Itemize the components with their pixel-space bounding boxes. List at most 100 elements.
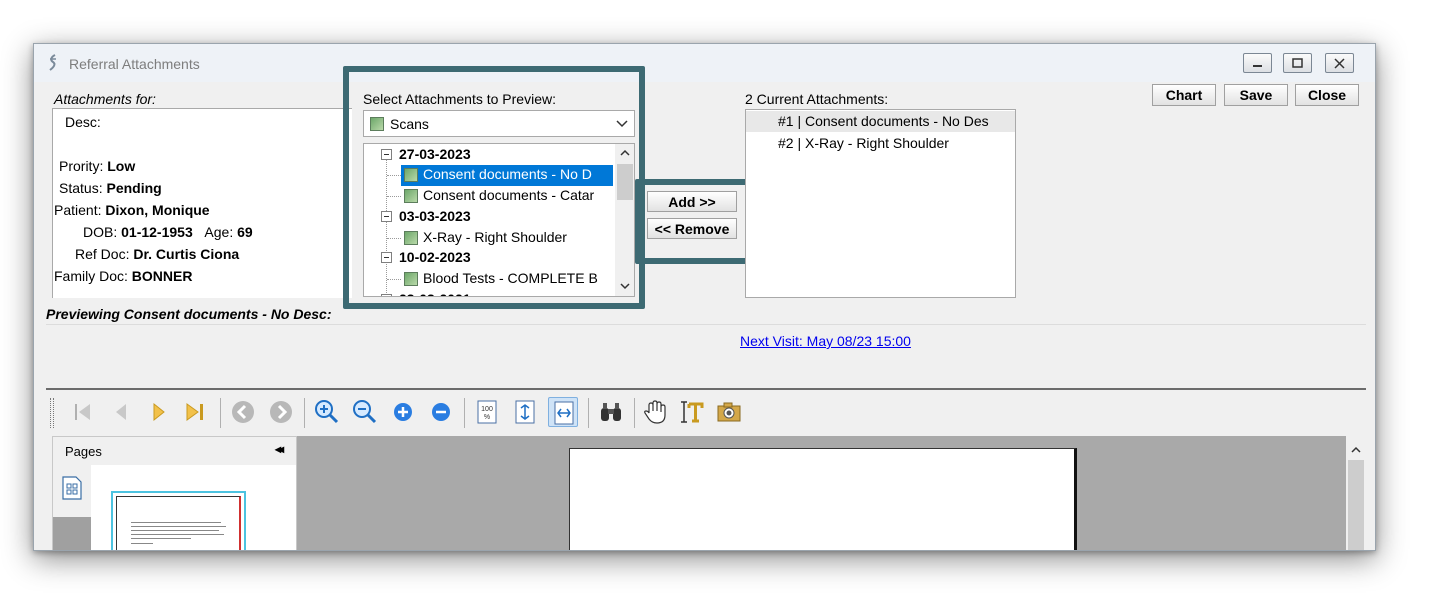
find-binoculars-icon[interactable] [598,399,624,425]
tree-connector [386,160,387,296]
tree-connector [387,175,401,176]
zoom-plus-icon[interactable] [390,399,416,425]
tree-date-node[interactable]: 10-02-2023 [364,248,614,269]
tree-connector [387,238,401,239]
toolbar-grip [50,398,54,428]
thumbnail-text-line [131,522,221,523]
text-select-icon[interactable] [678,399,704,425]
thumbnail-text-line [131,534,224,535]
thumbnail-area [91,465,296,550]
scroll-thumb[interactable] [1348,460,1364,550]
priority-value: Low [107,158,136,174]
collapse-icon[interactable] [381,149,392,160]
age-value: 69 [237,224,253,240]
tree-item[interactable]: Consent documents - Catar [401,186,613,207]
zoom-out-icon[interactable] [352,399,378,425]
next-visit-link[interactable]: Next Visit: May 08/23 15:00 [740,333,911,349]
chevron-down-icon [616,120,628,128]
collapse-icon[interactable] [381,294,392,296]
maximize-button[interactable] [1283,53,1312,73]
current-attachments-label: 2 Current Attachments: [745,91,889,107]
first-page-icon[interactable] [70,399,96,425]
fit-width-button[interactable] [548,397,578,427]
viewer-toolbar: 100% [46,388,1366,434]
actual-size-icon[interactable]: 100% [474,399,500,425]
collapse-icon[interactable] [381,252,392,263]
attachments-for-label: Attachments for: [54,91,156,107]
tree-date-node[interactable]: 23-03-2021 [364,290,614,296]
attachment-tree[interactable]: 27-03-2023 Consent documents - No D Cons… [363,143,635,297]
hand-tool-icon[interactable] [642,399,668,425]
document-page [569,448,1077,550]
status-row: Status: Pending [59,180,162,196]
toolbar-separator [588,398,589,428]
maximize-icon [1292,58,1303,68]
app-logo-icon [49,54,56,71]
toolbar-separator [634,398,635,428]
tree-date-node[interactable]: 27-03-2023 [364,145,614,166]
minimize-button[interactable] [1243,53,1272,73]
current-attachments-list[interactable]: #1 | Consent documents - No Des #2 | X-R… [745,109,1016,298]
scroll-thumb[interactable] [617,164,633,200]
close-icon [1334,58,1345,69]
collapse-icon[interactable] [381,211,392,222]
thumbnail-text-line [131,530,219,531]
minimize-icon [1253,65,1262,67]
scroll-up-icon[interactable] [1351,446,1361,453]
tree-date-node[interactable]: 03-03-2023 [364,207,614,228]
family-doc-value: BONNER [131,268,193,284]
forward-icon[interactable] [268,399,294,425]
scan-thumbnail-icon [404,168,418,182]
preview-title: Previewing Consent documents - No Desc: [46,306,332,322]
document-scrollbar[interactable] [1346,436,1366,550]
zoom-in-icon[interactable] [314,399,340,425]
last-page-icon[interactable] [182,399,208,425]
pages-panel: Pages ◂◂ [52,436,297,550]
close-button[interactable]: Close [1295,84,1359,106]
scroll-down-icon[interactable] [620,283,630,290]
thumbnail-text-line [131,538,191,539]
previous-page-icon[interactable] [108,399,134,425]
thumbnail-text-line [131,543,153,544]
desc-label: Desc: [65,114,101,130]
page-thumbnails-icon[interactable] [61,475,83,501]
add-button[interactable]: Add >> [647,191,737,212]
attachment-type-dropdown[interactable]: Scans [363,110,635,137]
window-title: Referral Attachments [69,56,200,72]
toolbar-separator [220,398,221,428]
patient-value: Dixon, Monique [105,202,210,218]
back-icon[interactable] [230,399,256,425]
scroll-up-icon[interactable] [620,149,630,156]
tree-scrollbar[interactable] [615,144,634,296]
collapse-panel-icon[interactable]: ◂◂ [275,442,284,456]
toolbar-separator [464,398,465,428]
thumbnail-strip-edge [53,517,91,550]
save-button[interactable]: Save [1224,84,1288,106]
next-page-icon[interactable] [146,399,172,425]
chart-button[interactable]: Chart [1152,84,1216,106]
document-view[interactable] [297,436,1366,550]
remove-button[interactable]: << Remove [647,218,737,239]
zoom-minus-icon[interactable] [428,399,454,425]
preview-info-area: Next Visit: May 08/23 15:00 [46,324,1366,388]
ref-doc-value: Dr. Curtis Ciona [133,246,240,262]
thumbnail-text-line [131,526,226,527]
tree-connector [387,279,401,280]
svg-text:%: % [484,414,490,421]
scans-icon [370,117,384,131]
pages-label: Pages [65,444,102,459]
tree-item-selected[interactable]: Consent documents - No D [401,165,613,186]
snapshot-camera-icon[interactable] [716,399,742,425]
svg-text:100: 100 [481,406,493,413]
tree-item[interactable]: X-Ray - Right Shoulder [401,228,613,249]
dob-value: 01-12-1953 [121,224,193,240]
tree-item[interactable]: Blood Tests - COMPLETE B [401,269,613,290]
page-thumbnail-frame [116,496,241,550]
status-value: Pending [106,180,162,196]
page-thumbnail-selected[interactable] [111,491,246,550]
current-attachment-item[interactable]: #1 | Consent documents - No Des [746,111,1015,132]
current-attachment-item[interactable]: #2 | X-Ray - Right Shoulder [746,133,1015,154]
fit-page-icon[interactable] [512,399,538,425]
close-window-button[interactable] [1325,53,1354,73]
patient-row: Patient: Dixon, Monique [54,202,210,218]
